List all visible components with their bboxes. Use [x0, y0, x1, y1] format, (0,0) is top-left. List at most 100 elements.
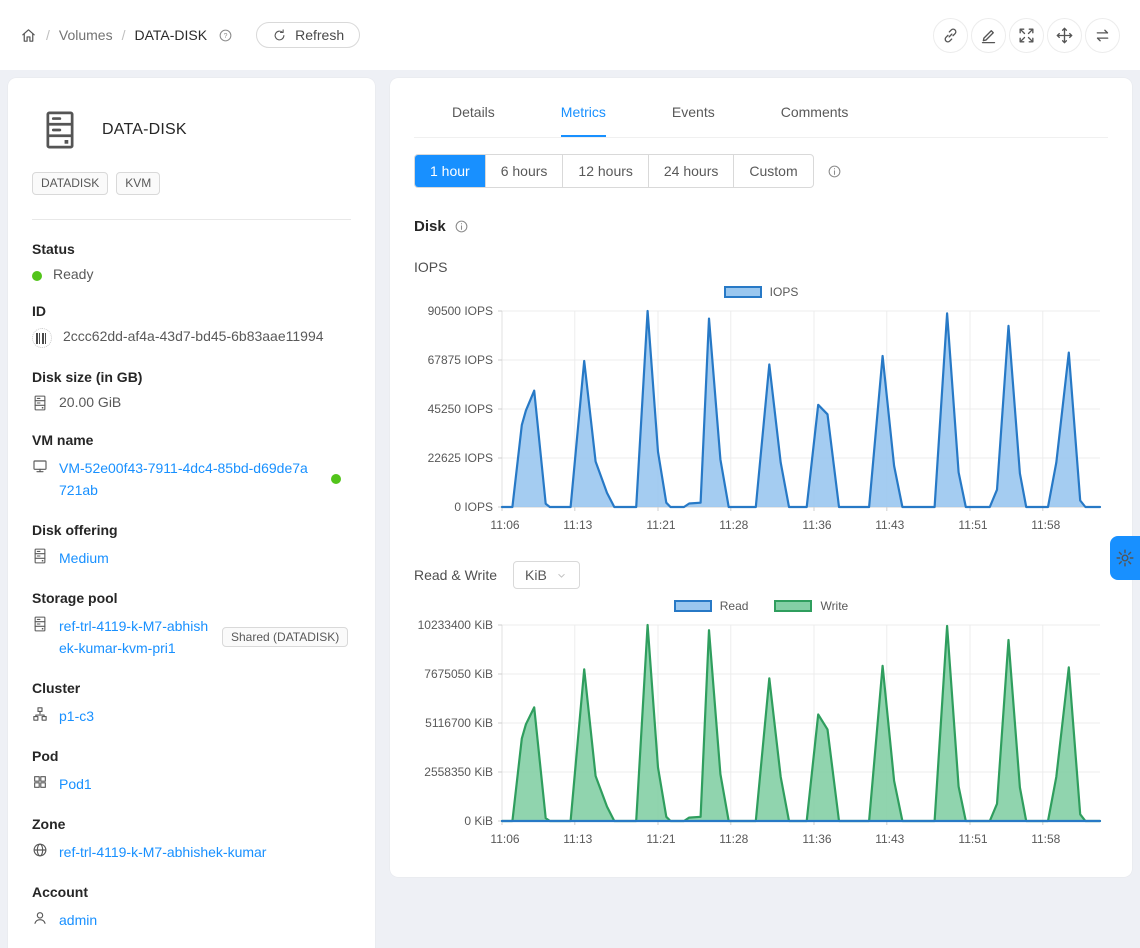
header-action-buttons	[933, 18, 1120, 53]
settings-fab[interactable]	[1110, 536, 1140, 580]
section-account: Accountadmin	[32, 884, 351, 931]
chevron-down-icon	[555, 569, 568, 582]
unit-select-value: KiB	[525, 567, 547, 583]
svg-text:90500 IOPS: 90500 IOPS	[428, 304, 493, 318]
tab-events[interactable]: Events	[672, 104, 715, 137]
home-icon[interactable]	[20, 27, 37, 44]
svg-text:11:13: 11:13	[563, 832, 592, 846]
tag-row: DATADISKKVM	[32, 172, 351, 195]
unit-select[interactable]: KiB	[513, 561, 580, 589]
fullscreen-button[interactable]	[1009, 18, 1044, 53]
legend-label: IOPS	[770, 285, 799, 299]
svg-text:11:43: 11:43	[875, 832, 904, 846]
svg-text:11:43: 11:43	[875, 518, 904, 532]
section-value-disk-offering[interactable]: Medium	[59, 547, 109, 569]
time-range-custom[interactable]: Custom	[733, 155, 812, 187]
legend-item-read[interactable]: Read	[674, 599, 749, 613]
section-value-zone[interactable]: ref-trl-4119-k-M7-abhishek-kumar	[59, 841, 266, 863]
section-label: Pod	[32, 748, 351, 764]
section-value-row: Ready	[32, 266, 351, 282]
info-circle-icon[interactable]	[827, 164, 842, 179]
refresh-icon	[272, 28, 287, 43]
swap-button[interactable]	[1085, 18, 1120, 53]
gear-icon	[1115, 548, 1135, 568]
breadcrumb-separator: /	[122, 27, 126, 43]
time-range-1-hour[interactable]: 1 hour	[415, 155, 485, 187]
link-button[interactable]	[933, 18, 968, 53]
charts-container: IOPSIOPS0 IOPS22625 IOPS45250 IOPS67875 …	[414, 259, 1108, 851]
detail-sections: StatusReadyID2ccc62dd-af4a-43d7-bd45-6b8…	[32, 241, 351, 931]
section-value-vm-name[interactable]: VM-52e00f43-7911-4dc4-85bd-d69de7a721ab	[59, 457, 313, 501]
refresh-button[interactable]: Refresh	[256, 22, 360, 48]
section-value-row: ref-trl-4119-k-M7-abhishek-kumar-kvm-pri…	[32, 615, 351, 659]
svg-text:10233400 KiB: 10233400 KiB	[418, 618, 493, 632]
resource-title: DATA-DISK	[102, 121, 187, 139]
drag-button[interactable]	[1047, 18, 1082, 53]
breadcrumb-current: DATA-DISK	[134, 27, 207, 43]
time-range-group: 1 hour6 hours12 hours24 hoursCustom	[414, 154, 814, 188]
tab-details[interactable]: Details	[452, 104, 495, 137]
hdd-icon	[32, 395, 48, 411]
tag-kvm: KVM	[116, 172, 160, 195]
svg-text:11:58: 11:58	[1031, 832, 1060, 846]
section-label: VM name	[32, 432, 351, 448]
info-circle-icon[interactable]	[454, 219, 469, 234]
chart-title: Read & Write	[414, 567, 497, 583]
section-value-status: Ready	[53, 266, 93, 282]
section-label: Cluster	[32, 680, 351, 696]
detail-tabs: Details Metrics Events Comments	[414, 78, 1108, 138]
drag-icon	[1055, 26, 1074, 45]
legend-item-iops[interactable]: IOPS	[724, 285, 799, 299]
svg-text:22625 IOPS: 22625 IOPS	[428, 451, 493, 465]
main-content: DATA-DISK DATADISKKVM StatusReadyID2ccc6…	[0, 70, 1140, 948]
chart-title-row: IOPS	[414, 259, 1108, 275]
legend-item-write[interactable]: Write	[774, 599, 848, 613]
edit-button[interactable]	[971, 18, 1006, 53]
tab-comments[interactable]: Comments	[781, 104, 849, 137]
fullscreen-icon	[1017, 26, 1036, 45]
resource-header: DATA-DISK	[32, 102, 351, 150]
svg-text:11:21: 11:21	[646, 832, 675, 846]
time-range-12-hours[interactable]: 12 hours	[562, 155, 647, 187]
section-value-cluster[interactable]: p1-c3	[59, 705, 94, 727]
edit-icon	[979, 26, 998, 45]
section-disk-size-in-gb: Disk size (in GB)20.00 GiB	[32, 369, 351, 411]
section-value-row: ref-trl-4119-k-M7-abhishek-kumar	[32, 841, 351, 863]
chart-legend: Read Write	[414, 599, 1108, 613]
section-id: ID 2ccc62dd-af4a-43d7-bd45-6b83aae11994	[32, 303, 351, 348]
svg-text:11:13: 11:13	[563, 518, 592, 532]
time-range-6-hours[interactable]: 6 hours	[485, 155, 563, 187]
divider	[32, 219, 351, 220]
section-storage-pool: Storage poolref-trl-4119-k-M7-abhishek-k…	[32, 590, 351, 659]
appstore-icon	[32, 774, 48, 790]
section-value-row: 2ccc62dd-af4a-43d7-bd45-6b83aae11994	[32, 328, 351, 348]
user-icon	[32, 910, 48, 926]
time-range-24-hours[interactable]: 24 hours	[648, 155, 733, 187]
svg-text:11:06: 11:06	[490, 518, 519, 532]
breadcrumb-volumes-link[interactable]: Volumes	[59, 27, 113, 43]
svg-text:11:51: 11:51	[958, 832, 987, 846]
svg-text:?: ?	[224, 32, 228, 39]
volume-icon	[44, 110, 76, 150]
section-value-account[interactable]: admin	[59, 909, 97, 931]
section-vm-name: VM name VM-52e00f43-7911-4dc4-85bd-d69de7…	[32, 432, 351, 501]
section-value-pod[interactable]: Pod1	[59, 773, 92, 795]
chart-block-read-write: Read & WriteKiBReadWrite0 KiB2558350 KiB…	[414, 561, 1108, 851]
breadcrumb: / Volumes / DATA-DISK ? Refresh	[20, 22, 360, 48]
legend-swatch	[674, 600, 712, 612]
section-value-disk-size-in-gb: 20.00 GiB	[59, 394, 121, 410]
section-label: ID	[32, 303, 351, 319]
chart-read-write: 0 KiB2558350 KiB5116700 KiB7675050 KiB10…	[414, 615, 1108, 851]
svg-text:2558350 KiB: 2558350 KiB	[424, 765, 493, 779]
swap-icon	[1093, 26, 1112, 45]
section-value-row: admin	[32, 909, 351, 931]
section-value-id: 2ccc62dd-af4a-43d7-bd45-6b83aae11994	[63, 328, 324, 344]
svg-text:5116700 KiB: 5116700 KiB	[425, 716, 493, 730]
svg-text:45250 IOPS: 45250 IOPS	[428, 402, 493, 416]
refresh-label: Refresh	[295, 27, 344, 43]
tab-metrics[interactable]: Metrics	[561, 104, 606, 137]
section-value-storage-pool[interactable]: ref-trl-4119-k-M7-abhishek-kumar-kvm-pri…	[59, 615, 211, 659]
section-value-row: Medium	[32, 547, 351, 569]
question-circle-icon[interactable]: ?	[218, 28, 233, 43]
desktop-icon	[32, 458, 48, 474]
